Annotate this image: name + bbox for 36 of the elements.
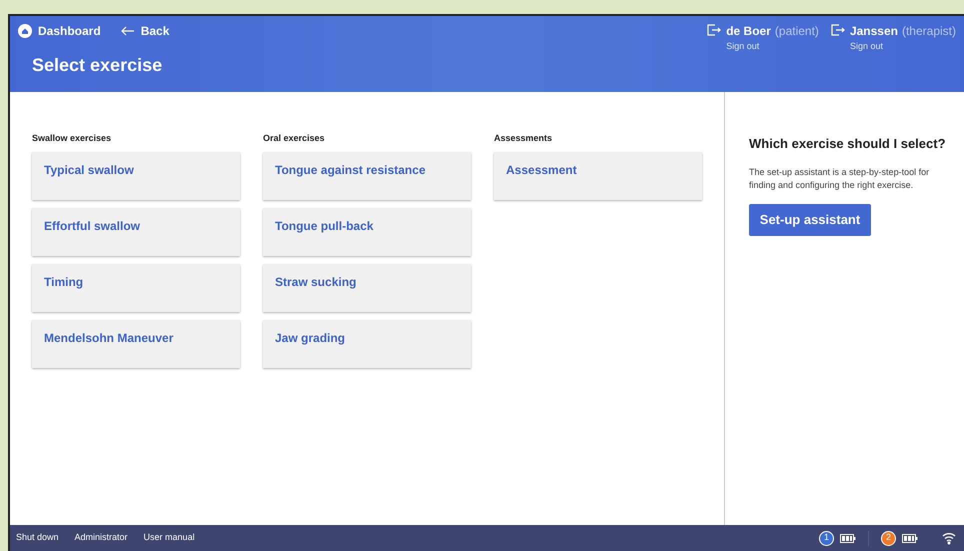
- battery-icon: [840, 534, 856, 542]
- exercise-card[interactable]: Typical swallow: [32, 152, 240, 200]
- column-heading: Assessments: [494, 132, 554, 145]
- battery-icon: [902, 534, 918, 542]
- help-title: Which exercise should I select?: [749, 135, 947, 153]
- back-link[interactable]: Back: [120, 22, 170, 40]
- exercise-card[interactable]: Mendelsohn Maneuver: [32, 320, 240, 368]
- user-role: (patient): [774, 23, 819, 40]
- setup-assistant-button[interactable]: Set-up assistant: [749, 204, 871, 236]
- exercise-card[interactable]: Assessment: [494, 152, 702, 200]
- status-bar-link[interactable]: Shut down: [16, 531, 59, 545]
- sign-out-icon[interactable]: [707, 24, 722, 36]
- exercise-card[interactable]: Effortful swallow: [32, 208, 240, 256]
- exercise-card[interactable]: Tongue against resistance: [263, 152, 471, 200]
- back-arrow-icon: [120, 26, 135, 36]
- sign-out-link[interactable]: Sign out: [726, 40, 819, 54]
- column-heading: Swallow exercises: [32, 132, 112, 145]
- sign-out-link[interactable]: Sign out: [850, 40, 956, 54]
- page-title: Select exercise: [32, 54, 164, 77]
- status-bar-link[interactable]: Administrator: [74, 531, 128, 545]
- device-badge[interactable]: 2: [881, 530, 896, 546]
- user-role: (therapist): [902, 23, 956, 40]
- exercise-card[interactable]: Tongue pull-back: [263, 208, 471, 256]
- device-badge[interactable]: 1: [819, 530, 834, 546]
- user-name: Janssen: [850, 23, 898, 40]
- home-icon: [18, 24, 32, 38]
- column-heading: Oral exercises: [263, 132, 326, 145]
- dashboard-link[interactable]: Dashboard: [18, 22, 101, 40]
- help-text: The set-up assistant is a step-by-step-tool for finding and configuring the right exercise.: [749, 166, 930, 192]
- user-name: de Boer: [726, 23, 771, 40]
- sign-out-icon[interactable]: [830, 24, 845, 36]
- status-bar-link[interactable]: User manual: [144, 531, 195, 545]
- wifi-icon[interactable]: [942, 531, 956, 545]
- exercise-card[interactable]: Timing: [32, 264, 240, 312]
- exercise-card[interactable]: Jaw grading: [263, 320, 471, 368]
- exercise-card[interactable]: Straw sucking: [263, 264, 471, 312]
